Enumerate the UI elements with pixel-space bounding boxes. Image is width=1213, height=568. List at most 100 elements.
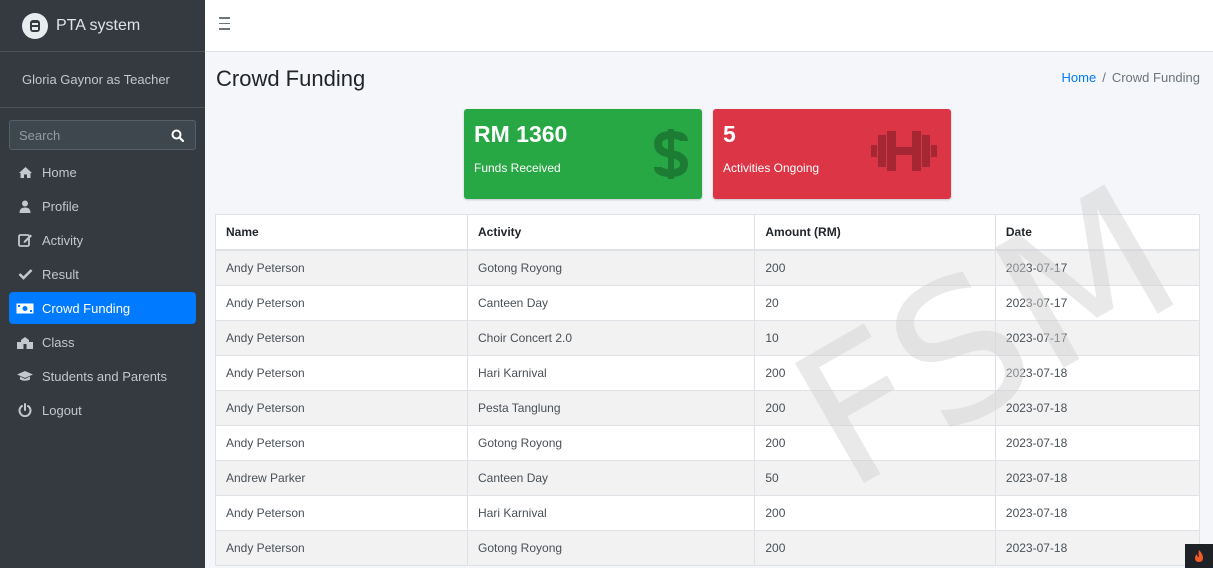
cell-activity: Canteen Day <box>467 284 756 320</box>
graduation-cap-icon <box>14 368 36 384</box>
cell-amount: 200 <box>754 424 996 460</box>
sidebar: PTA system Gloria Gaynor as Teacher Home… <box>0 0 205 568</box>
sidebar-item-class[interactable]: Class <box>9 326 196 358</box>
sidebar-item-label: Logout <box>42 402 82 418</box>
column-header-amount[interactable]: Amount (RM) <box>754 215 996 251</box>
cell-name: Andy Peterson <box>216 354 468 390</box>
sidebar-item-label: Profile <box>42 198 79 214</box>
cell-date: 2023-07-18 <box>995 529 1199 565</box>
table-row: Andy Peterson Gotong Royong 200 2023-07-… <box>216 249 1199 285</box>
dumbbell-icon <box>871 131 937 171</box>
power-icon <box>14 402 36 418</box>
main-content: Crowd Funding Home / Crowd Funding RM 1360… <box>205 52 1213 568</box>
table-row: Andy Peterson Gotong Royong 200 2023-07-… <box>216 529 1199 565</box>
sidebar-item-logout[interactable]: Logout <box>9 394 196 426</box>
brand-link[interactable]: PTA system <box>0 0 205 52</box>
home-icon <box>14 164 36 180</box>
table-row: Andy Peterson Hari Karnival 200 2023-07-… <box>216 494 1199 530</box>
cell-date: 2023-07-18 <box>995 389 1199 425</box>
cell-name: Andy Peterson <box>216 529 468 565</box>
sidebar-item-label: Crowd Funding <box>42 300 131 316</box>
table-row: Andrew Parker Canteen Day 50 2023-07-18 <box>216 459 1199 495</box>
table-row: Andy Peterson Gotong Royong 200 2023-07-… <box>216 424 1199 460</box>
sidebar-item-crowd-funding[interactable]: Crowd Funding <box>9 292 196 324</box>
cell-amount: 50 <box>754 459 996 495</box>
cell-date: 2023-07-18 <box>995 424 1199 460</box>
brand-logo-icon <box>22 12 48 39</box>
sidebar-item-label: Class <box>42 334 75 350</box>
cell-activity: Hari Karnival <box>467 494 756 530</box>
search-input[interactable] <box>9 120 160 150</box>
funds-received-box: RM 1360 Funds Received <box>464 109 702 199</box>
cell-activity: Gotong Royong <box>467 249 756 285</box>
cell-amount: 200 <box>754 494 996 530</box>
cell-activity: Canteen Day <box>467 459 756 495</box>
funds-received-label: Funds Received <box>474 161 561 175</box>
cell-date: 2023-07-17 <box>995 319 1199 355</box>
sidebar-item-activity[interactable]: Activity <box>9 224 196 256</box>
school-icon <box>14 334 36 350</box>
cell-date: 2023-07-18 <box>995 354 1199 390</box>
cell-amount: 20 <box>754 284 996 320</box>
edit-icon <box>14 232 36 248</box>
table-row: Andy Peterson Pesta Tanglung 200 2023-07… <box>216 389 1199 425</box>
cell-date: 2023-07-18 <box>995 494 1199 530</box>
cell-name: Andy Peterson <box>216 424 468 460</box>
money-bill-icon <box>14 300 36 316</box>
sidebar-item-home[interactable]: Home <box>9 156 196 188</box>
sidebar-item-profile[interactable]: Profile <box>9 190 196 222</box>
cell-amount: 200 <box>754 249 996 285</box>
fire-icon[interactable] <box>1185 544 1213 568</box>
table-row: Andy Peterson Canteen Day 20 2023-07-17 <box>216 284 1199 320</box>
dollar-icon <box>654 129 688 179</box>
column-header-name[interactable]: Name <box>216 215 468 251</box>
breadcrumb-separator: / <box>1102 70 1106 85</box>
user-icon <box>14 198 36 214</box>
sidebar-item-result[interactable]: Result <box>9 258 196 290</box>
cell-name: Andy Peterson <box>216 389 468 425</box>
funding-table-container: Name Activity Amount (RM) Date Andy Pete… <box>215 214 1200 566</box>
column-header-activity[interactable]: Activity <box>467 215 756 251</box>
sidebar-item-label: Students and Parents <box>42 368 168 384</box>
sidebar-item-label: Home <box>42 164 77 180</box>
sidebar-nav: Home Profile Activity Result Crowd Fundi… <box>0 156 205 426</box>
breadcrumb-home-link[interactable]: Home <box>1062 70 1097 85</box>
cell-name: Andy Peterson <box>216 284 468 320</box>
cell-activity: Pesta Tanglung <box>467 389 756 425</box>
cell-name: Andy Peterson <box>216 494 468 530</box>
search-icon <box>171 129 184 142</box>
cell-amount: 10 <box>754 319 996 355</box>
cell-activity: Gotong Royong <box>467 529 756 565</box>
menu-toggle-icon[interactable] <box>219 17 237 35</box>
sidebar-item-students-and-parents[interactable]: Students and Parents <box>9 360 196 392</box>
column-header-date[interactable]: Date <box>995 215 1199 251</box>
funds-received-value: RM 1360 <box>474 121 568 147</box>
top-navbar <box>205 0 1213 52</box>
table-row: Andy Peterson Hari Karnival 200 2023-07-… <box>216 354 1199 390</box>
cell-date: 2023-07-18 <box>995 459 1199 495</box>
search-button[interactable] <box>160 120 196 150</box>
cell-activity: Hari Karnival <box>467 354 756 390</box>
cell-amount: 200 <box>754 529 996 565</box>
cell-name: Andrew Parker <box>216 459 468 495</box>
cell-activity: Gotong Royong <box>467 424 756 460</box>
table-header-row: Name Activity Amount (RM) Date <box>216 215 1199 251</box>
sidebar-search <box>9 120 196 150</box>
user-name[interactable]: Gloria Gaynor as Teacher <box>22 72 170 87</box>
brand-text: PTA system <box>56 16 141 34</box>
activities-ongoing-label: Activities Ongoing <box>723 161 820 175</box>
sidebar-item-label: Activity <box>42 232 84 248</box>
cell-amount: 200 <box>754 389 996 425</box>
sidebar-item-label: Result <box>42 266 79 282</box>
user-panel[interactable]: Gloria Gaynor as Teacher <box>0 52 205 108</box>
cell-name: Andy Peterson <box>216 249 468 285</box>
page-title: Crowd Funding <box>216 66 366 91</box>
cell-date: 2023-07-17 <box>995 249 1199 285</box>
breadcrumb: Home / Crowd Funding <box>1062 70 1200 85</box>
check-icon <box>14 266 36 282</box>
activities-ongoing-value: 5 <box>723 121 736 147</box>
cell-date: 2023-07-17 <box>995 284 1199 320</box>
table-row: Andy Peterson Choir Concert 2.0 10 2023-… <box>216 319 1199 355</box>
funding-table: Name Activity Amount (RM) Date Andy Pete… <box>216 215 1199 565</box>
cell-name: Andy Peterson <box>216 319 468 355</box>
